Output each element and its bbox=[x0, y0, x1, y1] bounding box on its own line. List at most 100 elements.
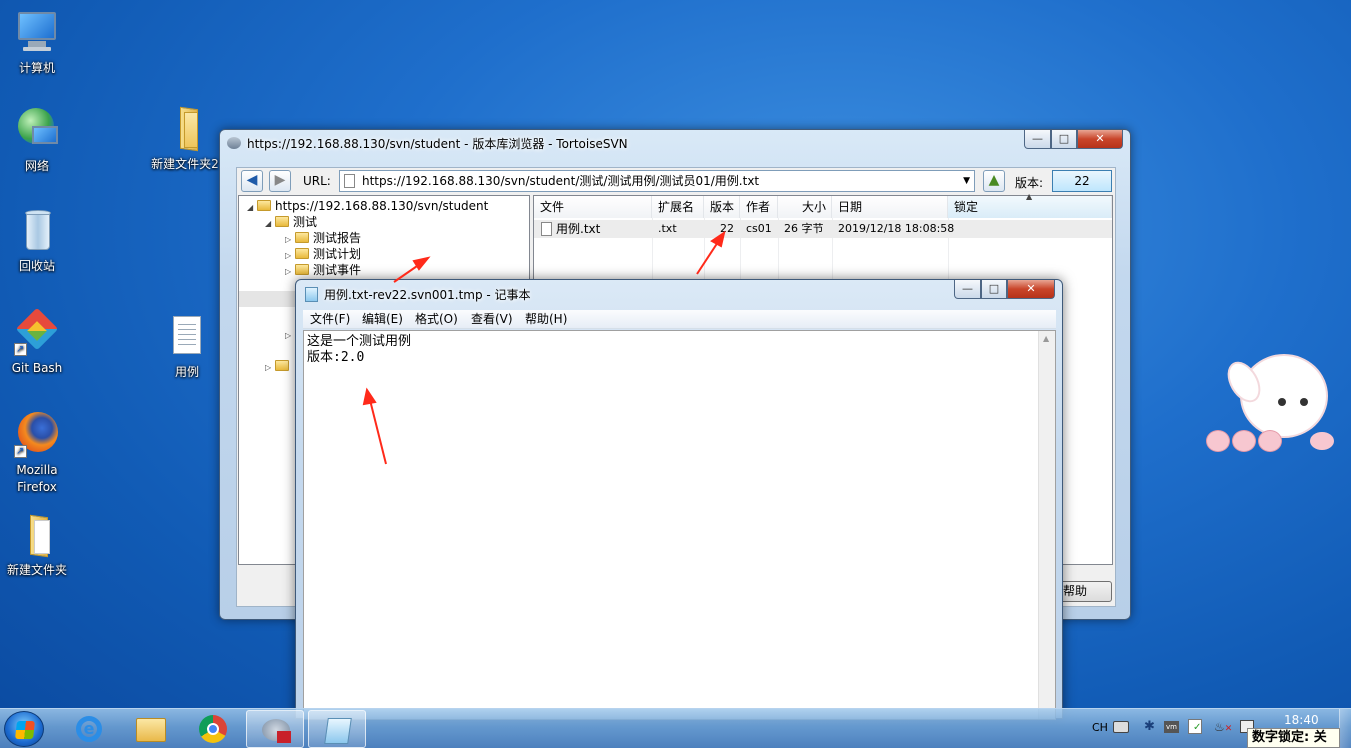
browse-folder-icon[interactable]: ▲ bbox=[983, 170, 1005, 192]
column-header-size[interactable]: 大小 bbox=[778, 196, 832, 218]
cell-extension: .txt bbox=[658, 222, 677, 235]
desktop-icon-new-folder-2[interactable]: 新建文件夹2 bbox=[145, 106, 225, 173]
firefox-icon bbox=[14, 412, 60, 460]
keyboard-icon[interactable] bbox=[1113, 721, 1129, 733]
desktop-icon-git-bash[interactable]: Git Bash bbox=[0, 307, 74, 377]
column-header-author[interactable]: 作者 bbox=[740, 196, 778, 218]
menu-bar: 文件(F) 编辑(E) 格式(O) 查看(V) 帮助(H) bbox=[303, 310, 1056, 329]
desktop-icon-recycle-bin[interactable]: 回收站 bbox=[0, 208, 74, 275]
url-combobox[interactable]: https://192.168.88.130/svn/student/测试/测试… bbox=[339, 170, 975, 192]
taskbar-explorer[interactable] bbox=[122, 710, 180, 748]
volume-muted-icon[interactable]: ♨✕ bbox=[1214, 720, 1232, 734]
cell-author: cs01 bbox=[746, 222, 772, 235]
menu-edit[interactable]: 编辑(E) bbox=[362, 310, 403, 328]
menu-file[interactable]: 文件(F) bbox=[310, 310, 350, 328]
cell-size: 26 字节 bbox=[784, 222, 824, 235]
back-arrow-icon[interactable]: ◀ bbox=[241, 170, 263, 192]
clock-time[interactable]: 18:40 bbox=[1284, 713, 1319, 727]
tree-item-root[interactable]: ◢ https://192.168.88.130/svn/student bbox=[247, 198, 488, 214]
desktop-icon-firefox[interactable]: Mozilla Firefox bbox=[0, 412, 74, 496]
desktop-icon-computer[interactable]: 计算机 bbox=[0, 10, 74, 77]
tortoisesvn-badge bbox=[277, 731, 291, 743]
menu-view[interactable]: 查看(V) bbox=[471, 310, 513, 328]
desktop-icon-label: 用例 bbox=[174, 365, 199, 379]
vertical-scrollbar[interactable]: ▲ bbox=[1038, 331, 1055, 719]
collapse-arrow-icon[interactable]: ◢ bbox=[265, 216, 275, 232]
text-line-2: 版本:2.0 bbox=[307, 350, 365, 365]
taskbar-internet-explorer[interactable]: e bbox=[60, 710, 118, 748]
revision-label: 版本: bbox=[1015, 176, 1044, 190]
input-method-indicator[interactable]: CH bbox=[1092, 721, 1108, 734]
maximize-button[interactable]: □ bbox=[1051, 130, 1077, 149]
column-header-file[interactable]: 文件 bbox=[534, 196, 652, 218]
notepad-window: 用例.txt-rev22.svn001.tmp - 记事本 — □ ✕ 文件(F… bbox=[295, 279, 1063, 720]
scroll-up-arrow-icon[interactable]: ▲ bbox=[1043, 334, 1049, 343]
minimize-button[interactable]: — bbox=[954, 280, 981, 299]
cell-revision: 22 bbox=[720, 222, 734, 235]
security-shield-icon[interactable]: ✓ bbox=[1188, 719, 1202, 734]
column-header-revision[interactable]: 版本 bbox=[704, 196, 740, 218]
desktop-icon-label: Git Bash bbox=[11, 361, 63, 375]
taskbar-notepad[interactable] bbox=[308, 710, 366, 748]
tree-item-hidden-folder[interactable]: ▷ bbox=[265, 358, 293, 374]
desktop-icon-new-folder[interactable]: 新建文件夹 bbox=[0, 512, 74, 579]
start-button[interactable] bbox=[4, 711, 44, 747]
window-title: https://192.168.88.130/svn/student - 版本库… bbox=[247, 137, 628, 151]
close-button[interactable]: ✕ bbox=[1007, 280, 1055, 299]
notepad-editor[interactable]: 这是一个测试用例 版本:2.0 ▲ bbox=[303, 330, 1056, 720]
help-button[interactable]: 帮助 bbox=[1058, 581, 1112, 602]
desktop-icon-usecase-file[interactable]: 用例 bbox=[150, 314, 224, 381]
menu-format[interactable]: 格式(O) bbox=[415, 310, 458, 328]
notepad-title: 用例.txt-rev22.svn001.tmp - 记事本 bbox=[324, 288, 531, 302]
column-header-date[interactable]: 日期 bbox=[832, 196, 948, 218]
shortcut-arrow-icon bbox=[14, 341, 27, 358]
expand-arrow-icon[interactable]: ▷ bbox=[285, 328, 295, 344]
desktop-icon-network[interactable]: 网络 bbox=[0, 108, 74, 175]
computer-icon bbox=[14, 10, 60, 56]
windows-logo-icon bbox=[15, 721, 35, 739]
dropdown-arrow-icon[interactable]: ▼ bbox=[963, 171, 970, 191]
minimize-button[interactable]: — bbox=[1024, 130, 1051, 149]
tree-item-hidden-expander[interactable]: ▷ bbox=[285, 326, 295, 342]
notepad-icon bbox=[305, 287, 318, 302]
table-row[interactable]: 用例.txt .txt 22 cs01 26 字节 2019/12/18 18:… bbox=[534, 220, 1112, 238]
numlock-status-indicator: 数字锁定: 关 bbox=[1247, 728, 1340, 748]
internet-explorer-icon: e bbox=[76, 716, 102, 742]
tree-item-test[interactable]: ◢ 测试 bbox=[265, 214, 317, 230]
bunny-sticker-decoration bbox=[1200, 350, 1340, 462]
desktop-icon-label: 新建文件夹2 bbox=[151, 157, 219, 171]
taskbar-chrome[interactable] bbox=[184, 710, 242, 748]
folder-icon bbox=[136, 718, 166, 742]
tree-item-test-event[interactable]: ▷ 测试事件 bbox=[285, 262, 361, 278]
revision-button[interactable]: 22 bbox=[1052, 170, 1112, 192]
tortoisesvn-icon bbox=[227, 137, 241, 149]
show-desktop-button[interactable] bbox=[1339, 709, 1351, 748]
forward-arrow-icon[interactable]: ▶ bbox=[269, 170, 291, 192]
desktop-icon-label: 新建文件夹 bbox=[6, 563, 67, 577]
folder-icon bbox=[295, 264, 309, 275]
file-icon bbox=[344, 174, 355, 188]
column-header-extension[interactable]: 扩展名 bbox=[652, 196, 704, 218]
close-button[interactable]: ✕ bbox=[1077, 130, 1123, 149]
vmware-icon[interactable]: vm bbox=[1164, 721, 1179, 733]
cell-date: 2019/12/18 18:08:58 bbox=[838, 222, 955, 235]
text-file-icon bbox=[164, 314, 210, 360]
desktop-icon-label: Mozilla Firefox bbox=[16, 463, 58, 494]
desktop-icon-label: 计算机 bbox=[18, 61, 55, 75]
expand-arrow-icon[interactable]: ▷ bbox=[285, 264, 295, 280]
shortcut-arrow-icon bbox=[14, 443, 27, 460]
bluetooth-icon[interactable]: ✱ bbox=[1144, 719, 1155, 734]
folder-icon bbox=[257, 200, 271, 211]
text-line-1: 这是一个测试用例 bbox=[307, 334, 412, 349]
tree-item-test-report[interactable]: ▷ 测试报告 bbox=[285, 230, 361, 246]
collapse-arrow-icon[interactable]: ◢ bbox=[247, 200, 257, 216]
folder-icon bbox=[275, 216, 289, 227]
menu-help[interactable]: 帮助(H) bbox=[525, 310, 567, 328]
taskbar-tortoisesvn[interactable] bbox=[246, 710, 304, 748]
expand-arrow-icon[interactable]: ▷ bbox=[265, 360, 275, 376]
maximize-button[interactable]: □ bbox=[981, 280, 1007, 299]
cell-file: 用例.txt bbox=[556, 222, 601, 236]
recycle-bin-icon bbox=[14, 208, 60, 254]
tree-item-test-plan[interactable]: ▷ 测试计划 bbox=[285, 246, 361, 262]
url-label: URL: bbox=[303, 174, 331, 188]
